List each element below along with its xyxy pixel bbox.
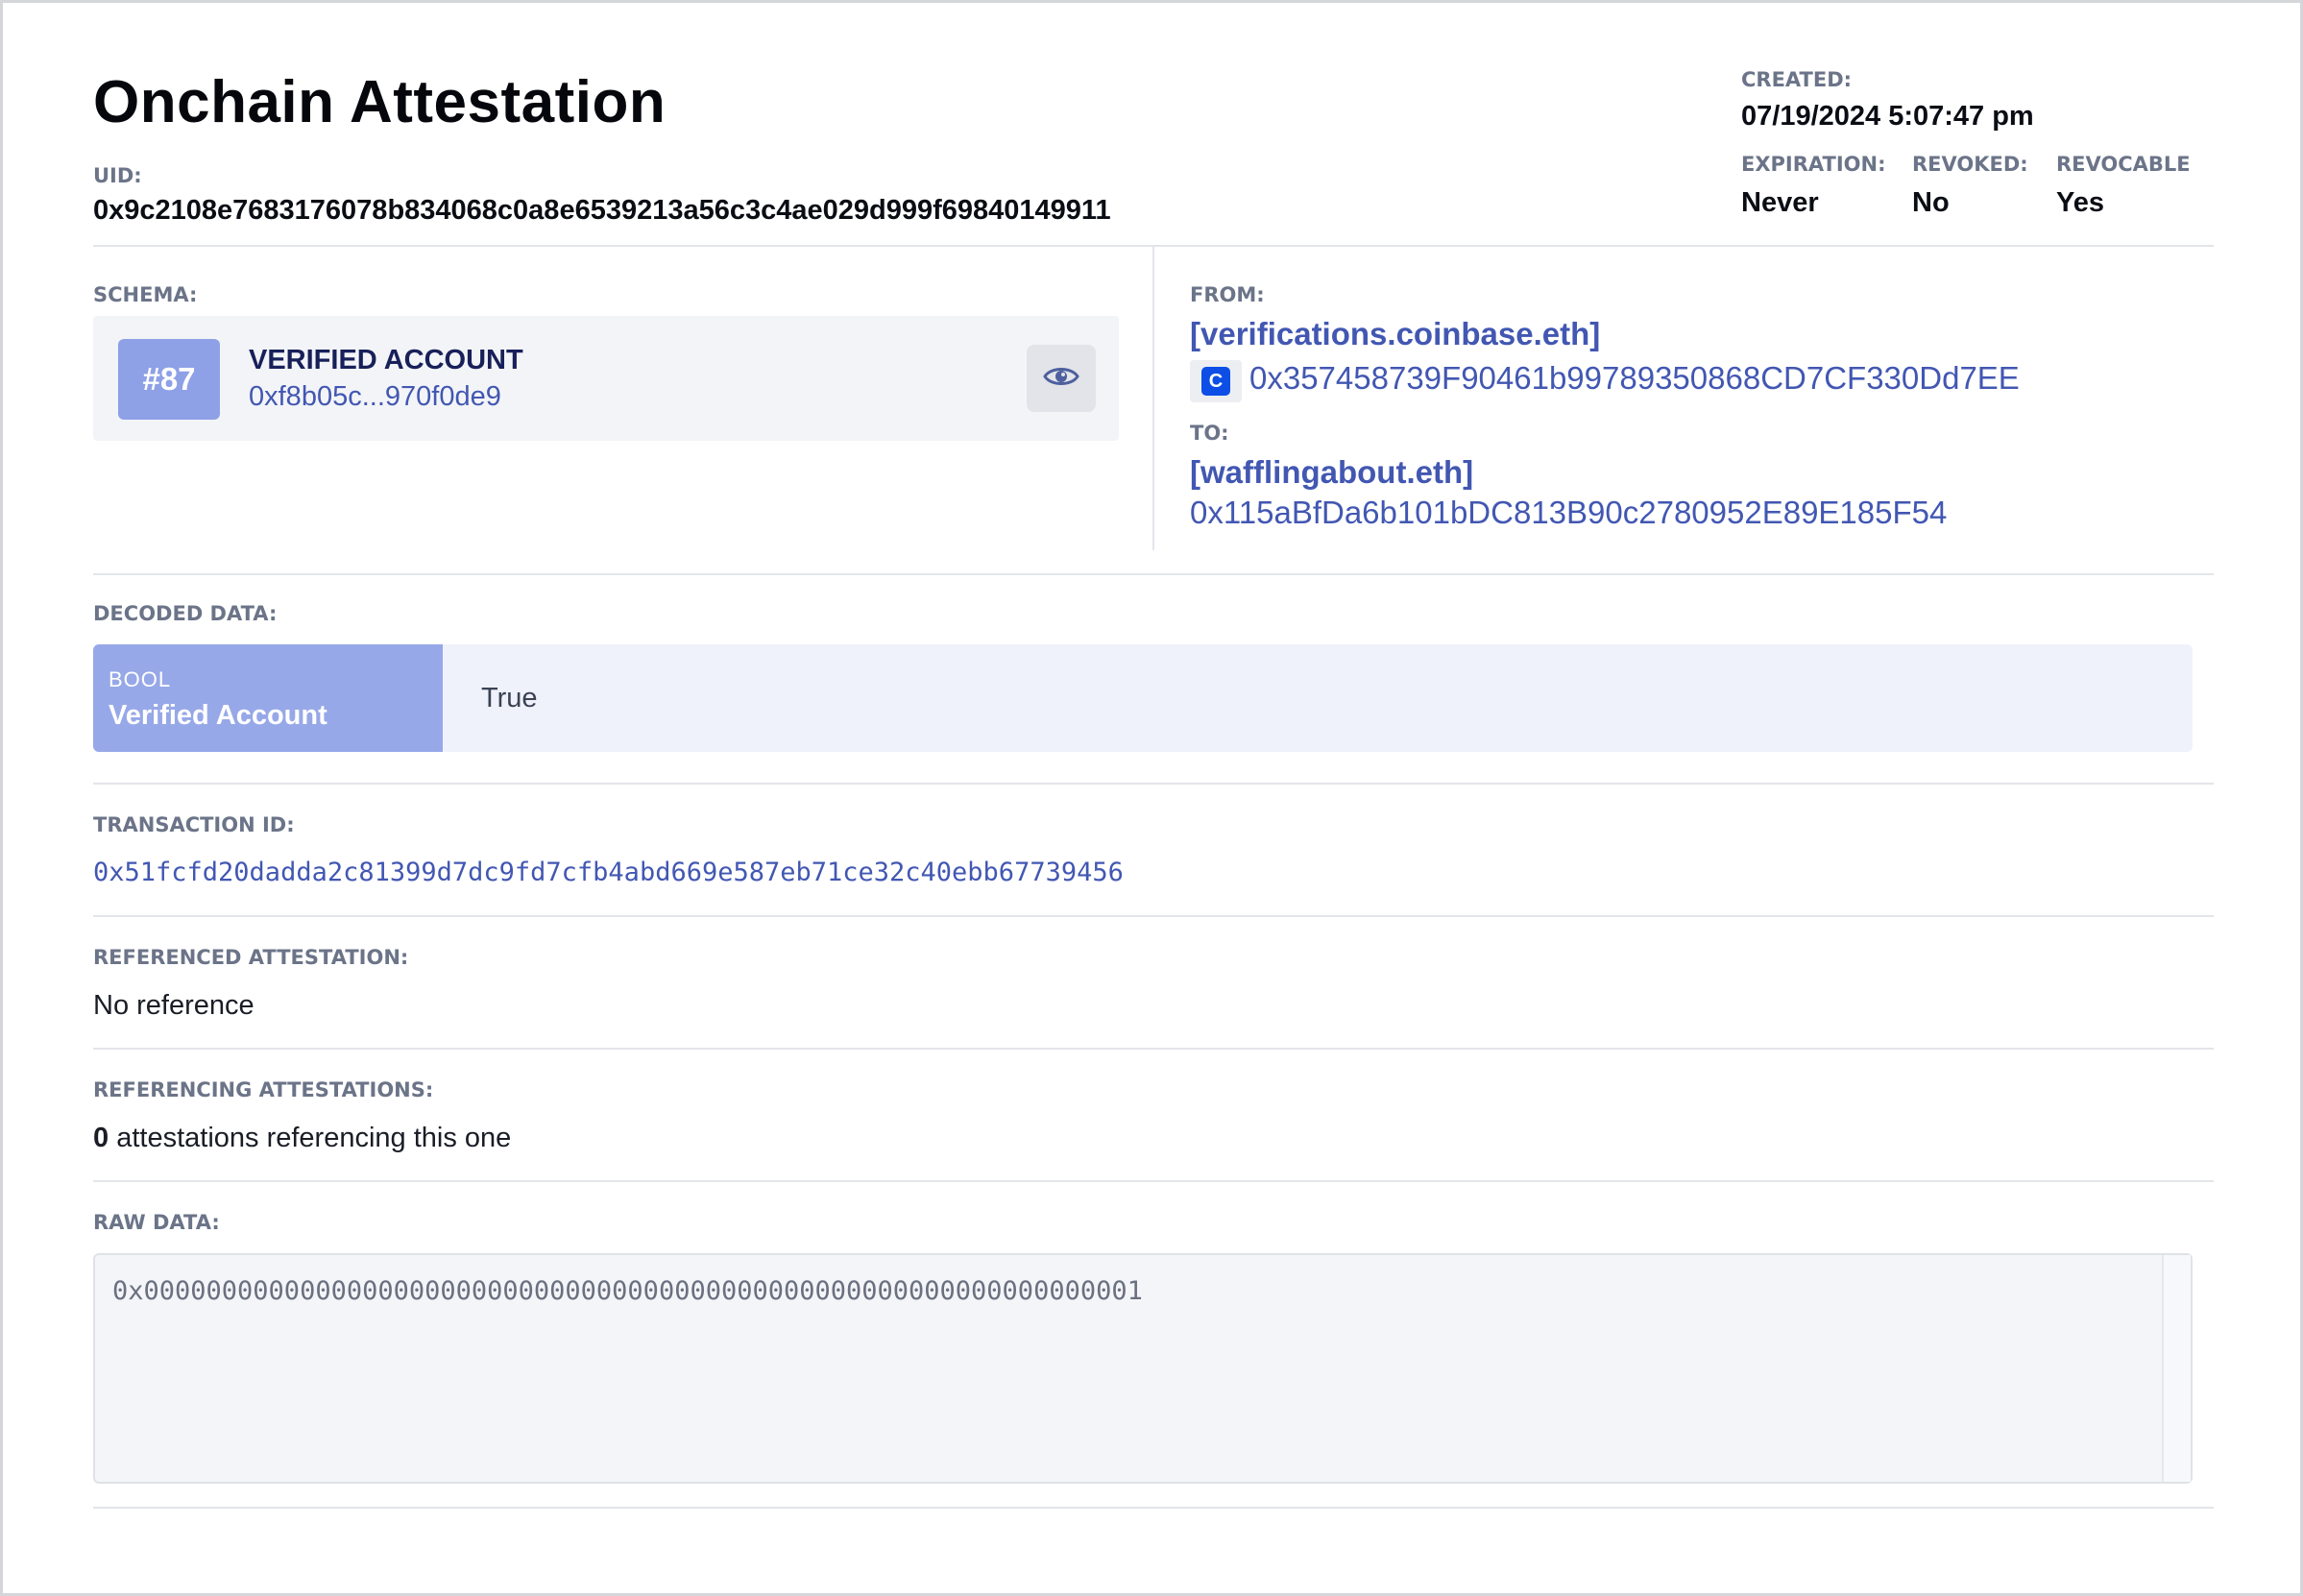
created-value: 07/19/2024 5:07:47 pm bbox=[1741, 101, 2034, 132]
eye-icon bbox=[1043, 364, 1079, 394]
to-address-link[interactable]: 0x115aBfDa6b101bDC813B90c2780952E89E185F… bbox=[1190, 495, 1947, 531]
schema-name[interactable]: VERIFIED ACCOUNT bbox=[249, 345, 523, 376]
revocable-value: Yes bbox=[2056, 187, 2104, 218]
decoded-field-row: BOOL Verified Account True bbox=[93, 644, 2193, 752]
schema-hash-link[interactable]: 0xf8b05c...970f0de9 bbox=[249, 381, 501, 413]
schema-id-badge[interactable]: #87 bbox=[118, 339, 220, 420]
attestation-page: Onchain Attestation UID: 0x9c2108e768317… bbox=[0, 0, 2303, 1596]
raw-data-textarea[interactable]: 0x00000000000000000000000000000000000000… bbox=[93, 1253, 2193, 1484]
page-title: Onchain Attestation bbox=[93, 69, 667, 135]
decoded-field-value: True bbox=[481, 683, 538, 713]
referenced-label: REFERENCED ATTESTATION: bbox=[93, 946, 409, 969]
raw-data-value: 0x00000000000000000000000000000000000000… bbox=[112, 1276, 1143, 1306]
expiration-label: EXPIRATION: bbox=[1741, 153, 1886, 176]
view-schema-button[interactable] bbox=[1027, 345, 1096, 412]
referenced-value: No reference bbox=[93, 990, 255, 1021]
referencing-count: 0 bbox=[93, 1123, 109, 1153]
transaction-id-link[interactable]: 0x51fcfd20dadda2c81399d7dc9fd7cfb4abd669… bbox=[93, 858, 1124, 887]
from-label: FROM: bbox=[1190, 283, 1265, 306]
from-ens-link[interactable]: [verifications.coinbase.eth] bbox=[1190, 316, 1600, 352]
divider bbox=[93, 783, 2214, 785]
transaction-label: TRANSACTION ID: bbox=[93, 813, 295, 836]
divider bbox=[93, 1048, 2214, 1050]
from-address-link[interactable]: 0x357458739F90461b99789350868CD7CF330Dd7… bbox=[1249, 360, 2020, 397]
referencing-summary: 0 attestations referencing this one bbox=[93, 1123, 511, 1154]
coinbase-icon: C bbox=[1190, 360, 1242, 402]
to-label: TO: bbox=[1190, 422, 1229, 445]
revocable-label: REVOCABLE bbox=[2056, 153, 2191, 176]
referencing-text: attestations referencing this one bbox=[116, 1123, 512, 1153]
uid-label: UID: bbox=[93, 164, 142, 187]
referencing-label: REFERENCING ATTESTATIONS: bbox=[93, 1078, 434, 1101]
divider bbox=[93, 1180, 2214, 1182]
decoded-field-key: BOOL Verified Account bbox=[93, 644, 443, 752]
decoded-data-label: DECODED DATA: bbox=[93, 602, 278, 625]
divider bbox=[93, 573, 2214, 575]
decoded-field-type: BOOL bbox=[109, 667, 172, 691]
uid-value: 0x9c2108e7683176078b834068c0a8e6539213a5… bbox=[93, 195, 1111, 226]
expiration-value: Never bbox=[1741, 187, 1819, 218]
raw-data-scrollbar[interactable] bbox=[2162, 1255, 2191, 1482]
created-label: CREATED: bbox=[1741, 68, 1853, 91]
raw-data-label: RAW DATA: bbox=[93, 1211, 220, 1234]
schema-card[interactable]: #87 VERIFIED ACCOUNT 0xf8b05c...970f0de9 bbox=[93, 316, 1119, 441]
revoked-label: REVOKED: bbox=[1912, 153, 2028, 176]
decoded-field-name: Verified Account bbox=[109, 700, 327, 731]
revoked-value: No bbox=[1912, 187, 1950, 218]
divider bbox=[93, 1507, 2214, 1509]
column-divider bbox=[1152, 247, 1154, 550]
divider bbox=[93, 915, 2214, 917]
to-ens-link[interactable]: [wafflingabout.eth] bbox=[1190, 454, 1473, 491]
schema-label: SCHEMA: bbox=[93, 283, 198, 306]
